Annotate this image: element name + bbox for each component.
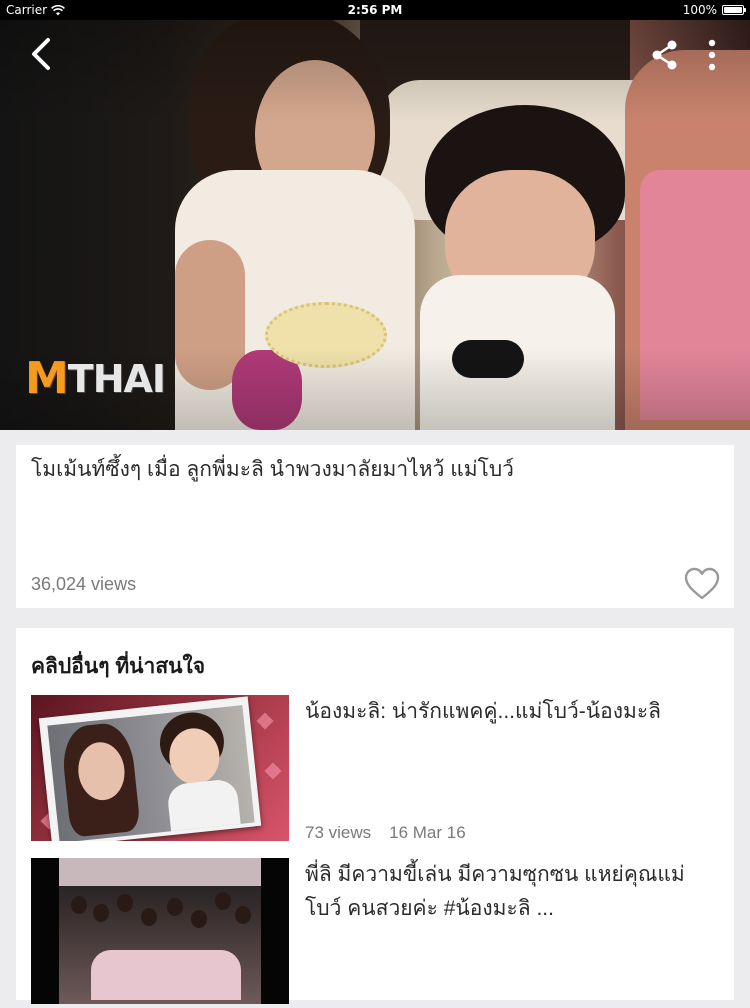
chevron-left-icon xyxy=(32,38,50,70)
video-title: โมเม้นท์ซึ้งๆ เมื่อ ลูกพี่มะลิ นำพวงมาลั… xyxy=(31,458,514,481)
related-thumbnail[interactable] xyxy=(31,858,289,1004)
logo-thai: THAI xyxy=(67,357,166,401)
thumbnail-stage xyxy=(59,858,261,886)
related-title[interactable]: น้องมะลิ: น่ารักแพคคู่...แม่โบว์-น้องมะล… xyxy=(305,695,715,729)
related-title[interactable]: พี่ลิ มีความขี้เล่น มีความซุกซน แหย่คุณแ… xyxy=(305,858,715,926)
status-right: 100% xyxy=(682,0,746,20)
status-bar: Carrier 2:56 PM 100% xyxy=(0,0,750,20)
related-views: 73 views xyxy=(305,823,372,842)
share-button[interactable] xyxy=(648,38,682,72)
crowd-head xyxy=(141,908,157,926)
related-item[interactable]: พี่ลิ มีความขี้เล่น มีความซุกซน แหย่คุณแ… xyxy=(31,858,721,1008)
battery-percent: 100% xyxy=(682,3,717,17)
crowd-head xyxy=(235,906,251,924)
related-date: 16 Mar 16 xyxy=(389,823,466,842)
related-thumbnail[interactable] xyxy=(31,695,289,841)
crowd-head xyxy=(117,894,133,912)
thumbnail-photo xyxy=(47,705,255,841)
more-button[interactable] xyxy=(700,38,724,72)
related-clips-card: คลิปอื่นๆ ที่น่าสนใจ น้องมะลิ: น่ารักแพค… xyxy=(16,628,734,1004)
related-heading: คลิปอื่นๆ ที่น่าสนใจ xyxy=(31,655,206,678)
more-vertical-icon xyxy=(708,39,716,71)
back-button[interactable] xyxy=(22,34,62,74)
logo-m: M xyxy=(25,353,69,404)
letterbox-left xyxy=(31,858,59,1004)
heart-outline-icon xyxy=(684,567,720,600)
battery-fill xyxy=(724,7,742,13)
share-icon xyxy=(652,40,677,70)
crowd-head xyxy=(167,898,183,916)
status-time: 2:56 PM xyxy=(347,3,403,17)
video-player[interactable]: M THAI xyxy=(0,20,750,430)
crowd-head xyxy=(191,910,207,928)
crowd-head xyxy=(215,892,231,910)
video-detail-card: โมเม้นท์ซึ้งๆ เมื่อ ลูกพี่มะลิ นำพวงมาลั… xyxy=(16,445,734,608)
crowd-head xyxy=(71,896,87,914)
crowd-head xyxy=(93,904,109,922)
thumbnail-pink-dress xyxy=(91,950,241,1000)
mthai-logo: M THAI xyxy=(25,353,166,404)
related-item[interactable]: น้องมะลิ: น่ารักแพคคู่...แม่โบว์-น้องมะล… xyxy=(31,695,721,845)
battery-icon xyxy=(722,5,746,15)
letterbox-right xyxy=(261,858,289,1004)
favorite-button[interactable] xyxy=(684,567,720,601)
view-count: 36,024 views xyxy=(31,574,137,594)
related-meta: 73 views 16 Mar 16 xyxy=(305,823,466,843)
